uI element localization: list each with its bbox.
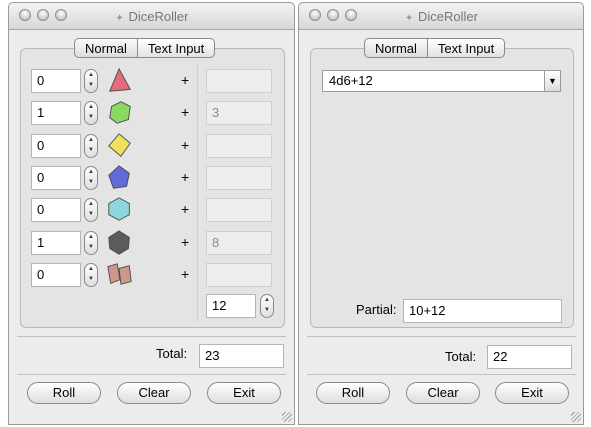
d4-die-icon bbox=[109, 67, 132, 92]
column-divider bbox=[197, 64, 198, 322]
total-label: Total: bbox=[445, 349, 477, 364]
dice-expression-combo[interactable]: 4d6+12 ▼ bbox=[322, 70, 561, 92]
dice-count-stepper[interactable] bbox=[84, 166, 98, 190]
dice-count-stepper[interactable] bbox=[84, 263, 98, 287]
plus-sign: + bbox=[181, 137, 190, 153]
modifier-field bbox=[206, 134, 272, 158]
d20-die-icon bbox=[108, 230, 130, 255]
tab-bar: Normal Text Input bbox=[74, 38, 216, 58]
dice-count-stepper[interactable] bbox=[84, 198, 98, 222]
total-field: 22 bbox=[487, 345, 572, 369]
dice-count-field[interactable]: 1 bbox=[31, 101, 81, 125]
partial-field: 10+12 bbox=[403, 299, 562, 323]
dice-count-stepper[interactable] bbox=[84, 101, 98, 125]
d8-die-icon bbox=[108, 133, 131, 157]
tab-bar: Normal Text Input bbox=[364, 38, 506, 58]
dice-expression-value: 4d6+12 bbox=[329, 73, 373, 88]
divider bbox=[17, 374, 286, 375]
plus-sign: + bbox=[181, 234, 190, 250]
right-window: ✦ DiceRoller Normal Text Input 4d6+12 ▼ P… bbox=[298, 2, 584, 425]
app-icon: ✦ bbox=[404, 13, 414, 24]
dice-count-stepper[interactable] bbox=[84, 134, 98, 158]
d100-die-icon bbox=[107, 263, 132, 285]
modifier-field: 8 bbox=[206, 231, 272, 255]
tab-text-input[interactable]: Text Input bbox=[427, 38, 506, 58]
modifier-field bbox=[206, 166, 272, 190]
app-icon: ✦ bbox=[115, 13, 124, 24]
exit-button[interactable]: Exit bbox=[207, 382, 281, 404]
partial-label: Partial: bbox=[356, 302, 397, 317]
chevron-down-icon[interactable]: ▼ bbox=[544, 71, 560, 91]
tab-normal[interactable]: Normal bbox=[364, 38, 428, 58]
total-label: Total: bbox=[156, 346, 188, 361]
window-title: ✦ DiceRoller bbox=[404, 9, 478, 24]
tab-text-input[interactable]: Text Input bbox=[137, 38, 216, 58]
modifier-field bbox=[206, 69, 272, 93]
modifier-total-field[interactable]: 12 bbox=[206, 294, 256, 318]
resize-grip[interactable] bbox=[282, 412, 292, 422]
plus-sign: + bbox=[181, 169, 190, 185]
clear-button[interactable]: Clear bbox=[406, 382, 480, 404]
divider bbox=[17, 336, 286, 337]
roll-button[interactable]: Roll bbox=[316, 382, 390, 404]
dice-count-field[interactable]: 0 bbox=[31, 134, 81, 158]
dice-count-field[interactable]: 0 bbox=[31, 166, 81, 190]
dice-count-field[interactable]: 0 bbox=[31, 263, 81, 287]
plus-sign: + bbox=[181, 201, 190, 217]
window-title: ✦ DiceRoller bbox=[115, 9, 189, 24]
clear-button[interactable]: Clear bbox=[117, 382, 191, 404]
d10-die-icon bbox=[108, 165, 130, 189]
dice-count-field[interactable]: 1 bbox=[31, 231, 81, 255]
d6-die-icon bbox=[109, 101, 131, 124]
plus-sign: + bbox=[181, 72, 190, 88]
dice-count-field[interactable]: 0 bbox=[31, 198, 81, 222]
exit-button[interactable]: Exit bbox=[495, 382, 569, 404]
dice-count-field[interactable]: 0 bbox=[31, 69, 81, 93]
dice-count-stepper[interactable] bbox=[84, 69, 98, 93]
divider bbox=[307, 374, 576, 375]
total-field: 23 bbox=[199, 344, 284, 368]
title-bar: ✦ DiceRoller bbox=[9, 3, 294, 30]
title-bar: ✦ DiceRoller bbox=[299, 3, 583, 30]
modifier-field: 3 bbox=[206, 101, 272, 125]
dice-count-stepper[interactable] bbox=[84, 231, 98, 255]
tab-normal[interactable]: Normal bbox=[74, 38, 138, 58]
modifier-field bbox=[206, 263, 272, 287]
d12-die-icon bbox=[108, 197, 130, 221]
resize-grip[interactable] bbox=[571, 412, 581, 422]
roll-button[interactable]: Roll bbox=[27, 382, 101, 404]
divider bbox=[307, 336, 576, 337]
plus-sign: + bbox=[181, 104, 190, 120]
left-window: ✦DiceRoller Normal Text Input 0 +1 +3 0 +0 +0… bbox=[8, 2, 295, 425]
modifier-total-stepper[interactable] bbox=[260, 294, 274, 318]
plus-sign: + bbox=[181, 266, 190, 282]
modifier-field bbox=[206, 198, 272, 222]
